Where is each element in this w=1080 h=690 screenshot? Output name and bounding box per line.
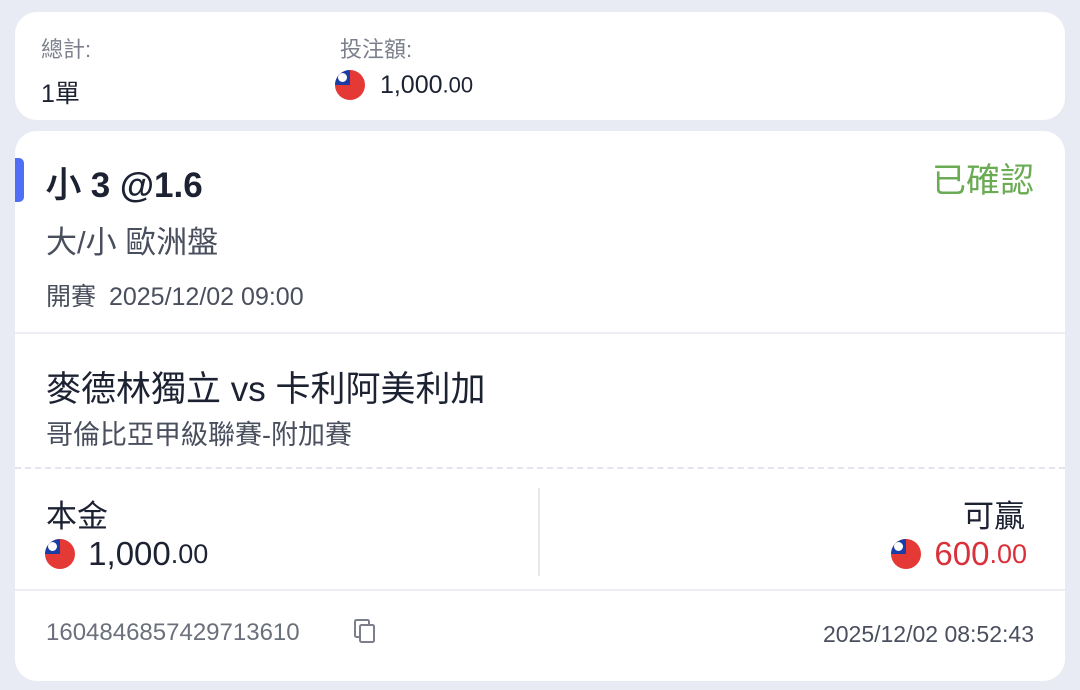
principal-amount: 1,000.00 [45,533,208,573]
win-int: 600 [934,535,990,573]
selection-title: 小 3 @1.6 [46,166,203,205]
divider [15,332,1065,334]
stake-label: 投注額: [340,37,413,62]
principal-int: 1,000 [88,535,171,573]
win-amount: 600.00 [891,533,1027,573]
taiwan-flag-icon [891,539,922,570]
bet-id: 1604846857429713610 [46,619,300,646]
win-dec: .00 [989,538,1027,569]
league-name: 哥倫比亞甲級聯賽-附加賽 [46,420,352,450]
match-title: 麥德林獨立 vs 卡利阿美利加 [46,370,486,409]
taiwan-flag-icon [45,539,75,570]
stake-amount: 1,000.00 [335,70,474,101]
status-badge: 已確認 [932,162,1034,200]
principal-dec: .00 [170,538,209,569]
bet-card: 小 3 @1.6 已確認 大/小 歐洲盤 開賽 2025/12/02 09:00… [15,131,1065,681]
kickoff-label: 開賽 [46,283,97,311]
vertical-divider [538,488,540,576]
principal-label: 本金 [46,499,108,534]
stake-int: 1,000 [379,70,443,99]
summary-card: 總計: 1單 投注額: 1,000.00 [15,12,1065,120]
dashed-divider [15,467,1065,469]
market-name: 大/小 歐洲盤 [46,225,219,260]
placed-time: 2025/12/02 08:52:43 [822,621,1034,647]
stake-dec: .00 [442,72,474,98]
total-value: 1單 [41,80,80,108]
taiwan-flag-icon [335,70,365,101]
total-label: 總計: [41,37,92,62]
divider [15,589,1065,591]
win-label: 可贏 [963,499,1025,534]
copy-icon[interactable] [352,618,378,644]
selection-accent-bar [15,158,24,202]
kickoff-time: 2025/12/02 09:00 [108,283,304,311]
kickoff-row: 開賽 2025/12/02 09:00 [46,277,304,313]
